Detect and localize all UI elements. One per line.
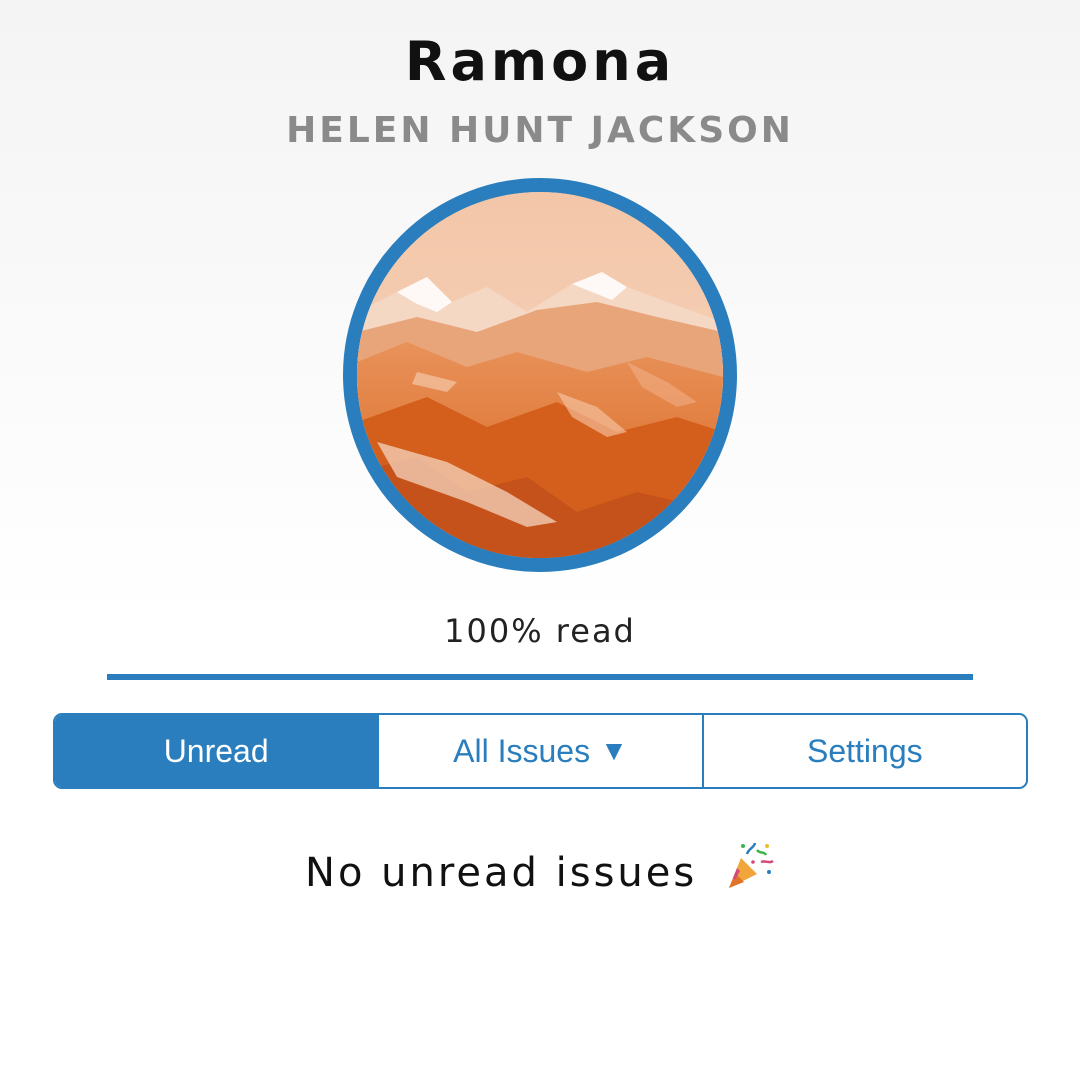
tab-unread[interactable]: Unread bbox=[55, 715, 378, 787]
party-popper-icon bbox=[728, 842, 774, 888]
tab-all-issues[interactable]: All Issues ▼ bbox=[377, 715, 701, 787]
caret-down-icon: ▼ bbox=[600, 735, 628, 766]
issue-filter-tabs: Unread All Issues ▼ Settings bbox=[53, 713, 1028, 789]
book-title: Ramona bbox=[404, 30, 676, 93]
tab-all-issues-label: All Issues bbox=[453, 732, 591, 769]
progress-bar bbox=[107, 674, 973, 680]
mountain-landscape-image bbox=[357, 192, 723, 558]
progress-bar-fill bbox=[107, 674, 973, 680]
progress-label: 100% read bbox=[444, 612, 636, 650]
tab-unread-label: Unread bbox=[163, 732, 269, 769]
tab-settings-label: Settings bbox=[807, 732, 923, 769]
tab-settings[interactable]: Settings bbox=[701, 715, 1026, 787]
book-author: HELEN HUNT JACKSON bbox=[286, 110, 794, 151]
empty-state-message: No unread issues bbox=[305, 850, 698, 896]
empty-state: No unread issues bbox=[0, 840, 1080, 896]
book-cover-image bbox=[343, 178, 737, 572]
